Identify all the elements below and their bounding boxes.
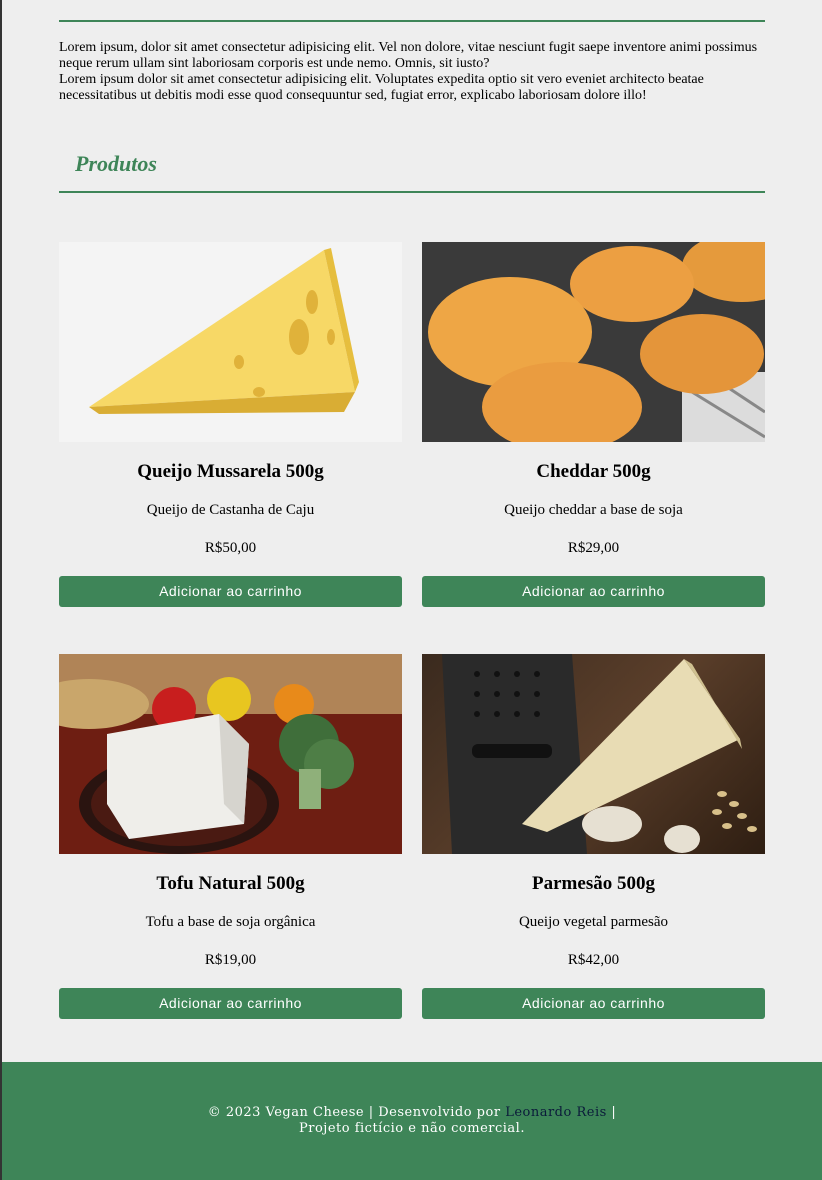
product-card-mussarela: Queijo Mussarela 500g Queijo de Castanha…: [59, 242, 402, 607]
product-image-cheddar: [422, 242, 765, 442]
author-link[interactable]: Leonardo Reis: [505, 1105, 607, 1120]
footer-suffix: |: [606, 1105, 617, 1120]
about-paragraph-2: Lorem ipsum dolor sit amet consectetur a…: [59, 72, 704, 103]
product-card-parmesao: Parmesão 500g Queijo vegetal parmesão R$…: [422, 654, 765, 1019]
product-price: R$19,00: [204, 952, 257, 968]
product-image-mussarela: [59, 242, 402, 442]
product-description: Tofu a base de soja orgânica: [145, 914, 316, 930]
about-text: Lorem ipsum, dolor sit amet consectetur …: [59, 40, 765, 104]
product-name: Cheddar 500g: [536, 461, 651, 482]
footer-disclaimer: Projeto fictício e não comercial.: [299, 1121, 525, 1136]
products-title: Produtos: [75, 151, 157, 176]
product-image-parmesao: [422, 654, 765, 854]
about-section-header: [59, 0, 765, 22]
product-name: Queijo Mussarela 500g: [137, 461, 324, 482]
footer: © 2023 Vegan Cheese | Desenvolvido por L…: [2, 1062, 822, 1180]
add-to-cart-button[interactable]: Adicionar ao carrinho: [59, 988, 402, 1019]
product-image-tofu: [59, 654, 402, 854]
product-name: Parmesão 500g: [532, 873, 655, 894]
product-price: R$29,00: [567, 540, 620, 556]
page-left-border: [0, 0, 2, 1180]
footer-credits: © 2023 Vegan Cheese | Desenvolvido por L…: [2, 1105, 822, 1121]
add-to-cart-button[interactable]: Adicionar ao carrinho: [59, 576, 402, 607]
product-price: R$42,00: [567, 952, 620, 968]
product-description: Queijo vegetal parmesão: [518, 914, 669, 930]
product-name: Tofu Natural 500g: [156, 873, 305, 894]
footer-prefix: © 2023 Vegan Cheese | Desenvolvido por: [207, 1105, 506, 1120]
add-to-cart-button[interactable]: Adicionar ao carrinho: [422, 576, 765, 607]
product-card-tofu: Tofu Natural 500g Tofu a base de soja or…: [59, 654, 402, 1019]
product-description: Queijo de Castanha de Caju: [146, 502, 315, 518]
products-section-header: Produtos: [59, 146, 765, 193]
add-to-cart-button[interactable]: Adicionar ao carrinho: [422, 988, 765, 1019]
about-paragraph-1: Lorem ipsum, dolor sit amet consectetur …: [59, 40, 758, 71]
product-card-cheddar: Cheddar 500g Queijo cheddar a base de so…: [422, 242, 765, 607]
product-price: R$50,00: [204, 540, 257, 556]
product-description: Queijo cheddar a base de soja: [504, 502, 683, 518]
